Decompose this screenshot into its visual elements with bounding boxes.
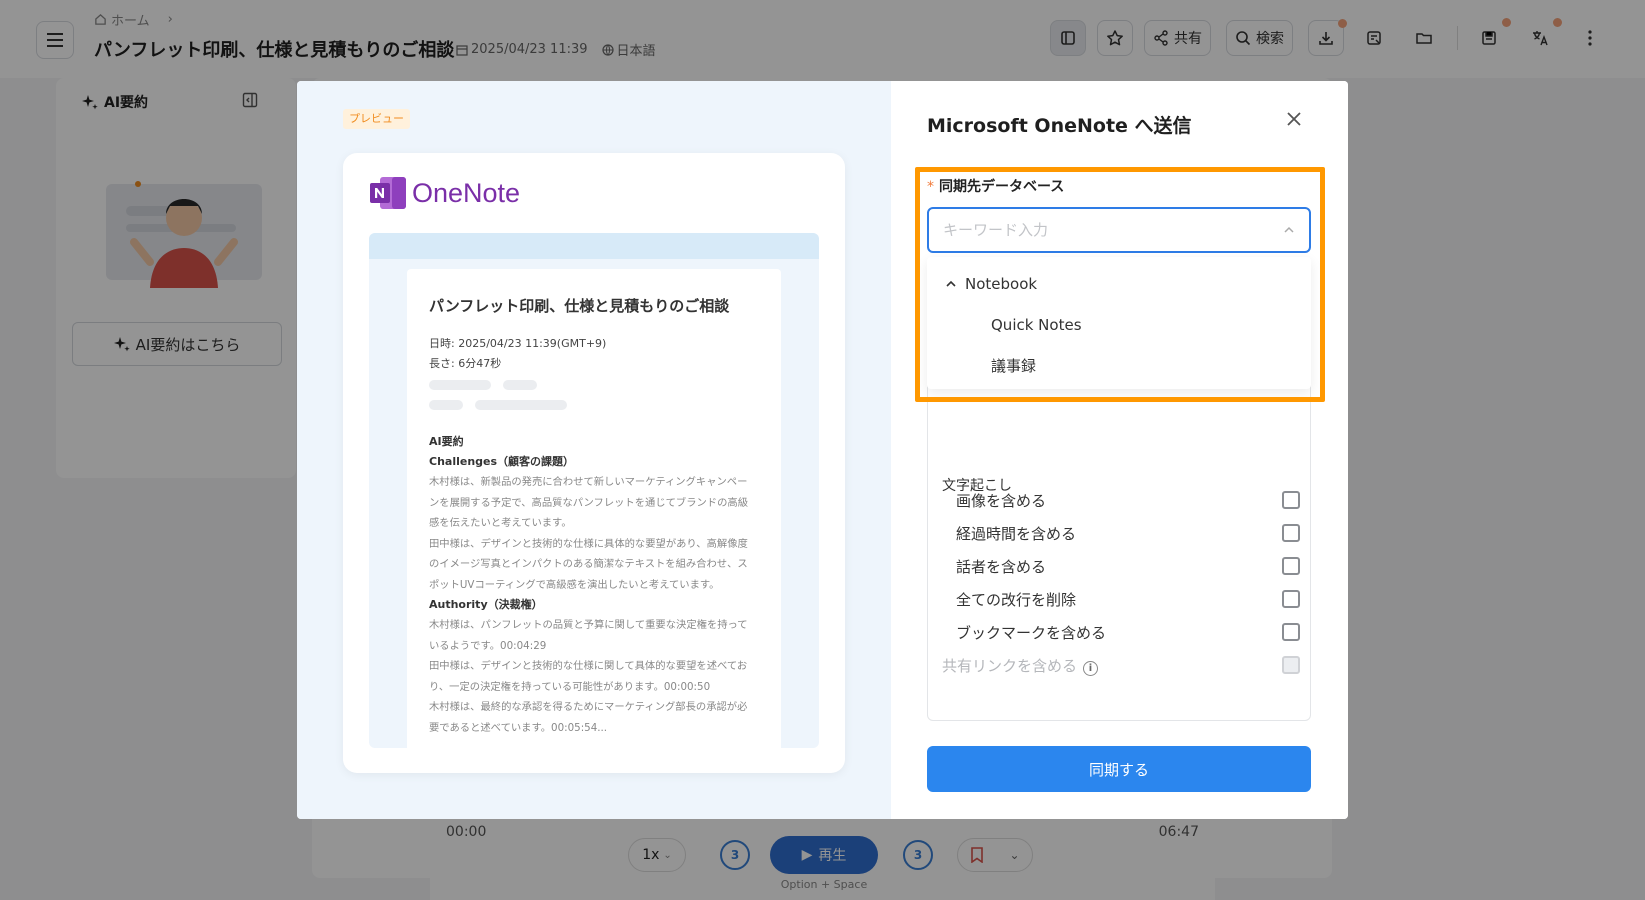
share-link-label: 共有リンクを含める [942, 656, 1078, 675]
required-mark: * [927, 179, 934, 195]
database-search-input[interactable] [943, 221, 1273, 239]
database-field-label: * 同期先データベース [927, 176, 1064, 196]
preview-line: 木村様は、新製品の発売に合わせて新しいマーケティングキャンペー [429, 476, 748, 488]
preview-summary-heading: AI要約 [429, 435, 464, 448]
checkbox-disabled [1282, 656, 1300, 674]
preview-section-heading: Authority（決裁権） [429, 598, 543, 611]
database-select[interactable] [927, 207, 1311, 253]
skeleton-row [429, 400, 759, 410]
checkbox[interactable] [1282, 557, 1300, 575]
skeleton-bar [429, 380, 491, 390]
notebook-group-label: Notebook [965, 274, 1038, 293]
option-remove-line-breaks[interactable]: 全ての改行を削除 [956, 584, 1300, 614]
skeleton-bar [475, 400, 567, 410]
close-button[interactable] [1282, 107, 1306, 131]
checkbox[interactable] [1282, 524, 1300, 542]
option-label: 経過時間を含める [956, 524, 1077, 543]
option-include-bookmarks[interactable]: ブックマークを含める [956, 617, 1300, 647]
settings-pane: Microsoft OneNote へ送信 * 同期先データベース Noteboo… [891, 81, 1348, 819]
preview-line: 木村様は、パンフレットの品質と予算に関して重要な決定権を持って [429, 619, 748, 631]
chevron-up-icon [946, 280, 956, 287]
preview-line: のイメージ写真とインパクトのある簡潔なテキストを組み合わせ、ス [429, 558, 748, 570]
dropdown-option-minutes[interactable]: 議事録 [927, 345, 1311, 386]
preview-line: いるようです。00:04:29 [429, 639, 547, 652]
checkbox[interactable] [1282, 491, 1300, 509]
preview-tag: プレビュー [343, 109, 410, 129]
option-label: 全ての改行を削除 [956, 590, 1077, 609]
preview-card: OneNote パンフレット印刷、仕様と見積もりのご相談 日時: 2025/04… [343, 153, 845, 773]
preview-section-heading: Challenges（顧客の課題） [429, 455, 575, 468]
preview-line: 木村様は、最終的な承認を得るためにマーケティング部長の承認が必 [429, 701, 748, 713]
option-include-share-link: 共有リンクを含める i [942, 650, 1300, 680]
checkbox[interactable] [1282, 590, 1300, 608]
preview-line: 要であると述べています。00:05:54... [429, 721, 608, 734]
database-label-text: 同期先データベース [939, 179, 1065, 195]
onenote-logo: OneNote [370, 177, 520, 209]
info-icon[interactable]: i [1083, 660, 1099, 676]
skeleton-bar [503, 380, 537, 390]
checkbox[interactable] [1282, 623, 1300, 641]
option-label: 話者を含める [956, 557, 1047, 576]
preview-line: 感を伝えたいと考えています。 [429, 517, 572, 529]
preview-doc-title: パンフレット印刷、仕様と見積もりのご相談 [429, 297, 730, 315]
preview-length: 長さ: 6分47秒 [429, 357, 502, 370]
preview-page-header [369, 233, 819, 259]
skeleton-row [429, 380, 759, 390]
preview-date: 日時: 2025/04/23 11:39(GMT+9) [429, 337, 607, 350]
option-include-speakers[interactable]: 話者を含める [956, 551, 1300, 581]
preview-line: ポットUVコーティングで高級感を演出したいと考えています。 [429, 578, 720, 591]
close-icon [1287, 112, 1301, 126]
skeleton-bar [429, 400, 463, 410]
preview-line: り、一定の決定権を持っている可能性があります。00:00:50 [429, 680, 711, 693]
option-include-images[interactable]: 画像を含める [956, 485, 1300, 515]
option-label: ブックマークを含める [956, 623, 1107, 642]
chevron-up-icon [1284, 226, 1294, 233]
dialog-title: Microsoft OneNote へ送信 [927, 115, 1192, 137]
notebook-group[interactable]: Notebook [927, 263, 1311, 304]
preview-line: ンを展開する予定で、高品質なパンフレットを通じてブランドの高級 [429, 496, 748, 509]
preview-pane: プレビュー OneNote パンフレット印刷、仕様と見積もりのご相談 日時: 2… [297, 81, 891, 819]
sync-button[interactable]: 同期する [927, 746, 1311, 792]
send-to-onenote-dialog: プレビュー OneNote パンフレット印刷、仕様と見積もりのご相談 日時: 2… [297, 81, 1348, 819]
preview-document: パンフレット印刷、仕様と見積もりのご相談 日時: 2025/04/23 11:3… [407, 269, 781, 748]
onenote-logo-text: OneNote [412, 177, 521, 208]
options-box: 文字起こし 画像を含める 経過時間を含める 話者を含める 全ての改行を削除 ブッ… [927, 337, 1311, 721]
preview-line: 田中様は、デザインと技術的な仕様に関して具体的な要望を述べてお [429, 660, 748, 672]
option-include-timestamps[interactable]: 経過時間を含める [956, 518, 1300, 548]
preview-page: パンフレット印刷、仕様と見積もりのご相談 日時: 2025/04/23 11:3… [369, 233, 819, 748]
option-label: 画像を含める [956, 491, 1047, 510]
database-dropdown: Notebook Quick Notes 議事録 [927, 257, 1311, 389]
option-label: 共有リンクを含める i [942, 655, 1099, 676]
dropdown-option-quick-notes[interactable]: Quick Notes [927, 304, 1311, 345]
preview-line: 田中様は、デザインと技術的な仕様に具体的な要望があり、高解像度 [429, 537, 748, 550]
onenote-icon [370, 177, 406, 209]
